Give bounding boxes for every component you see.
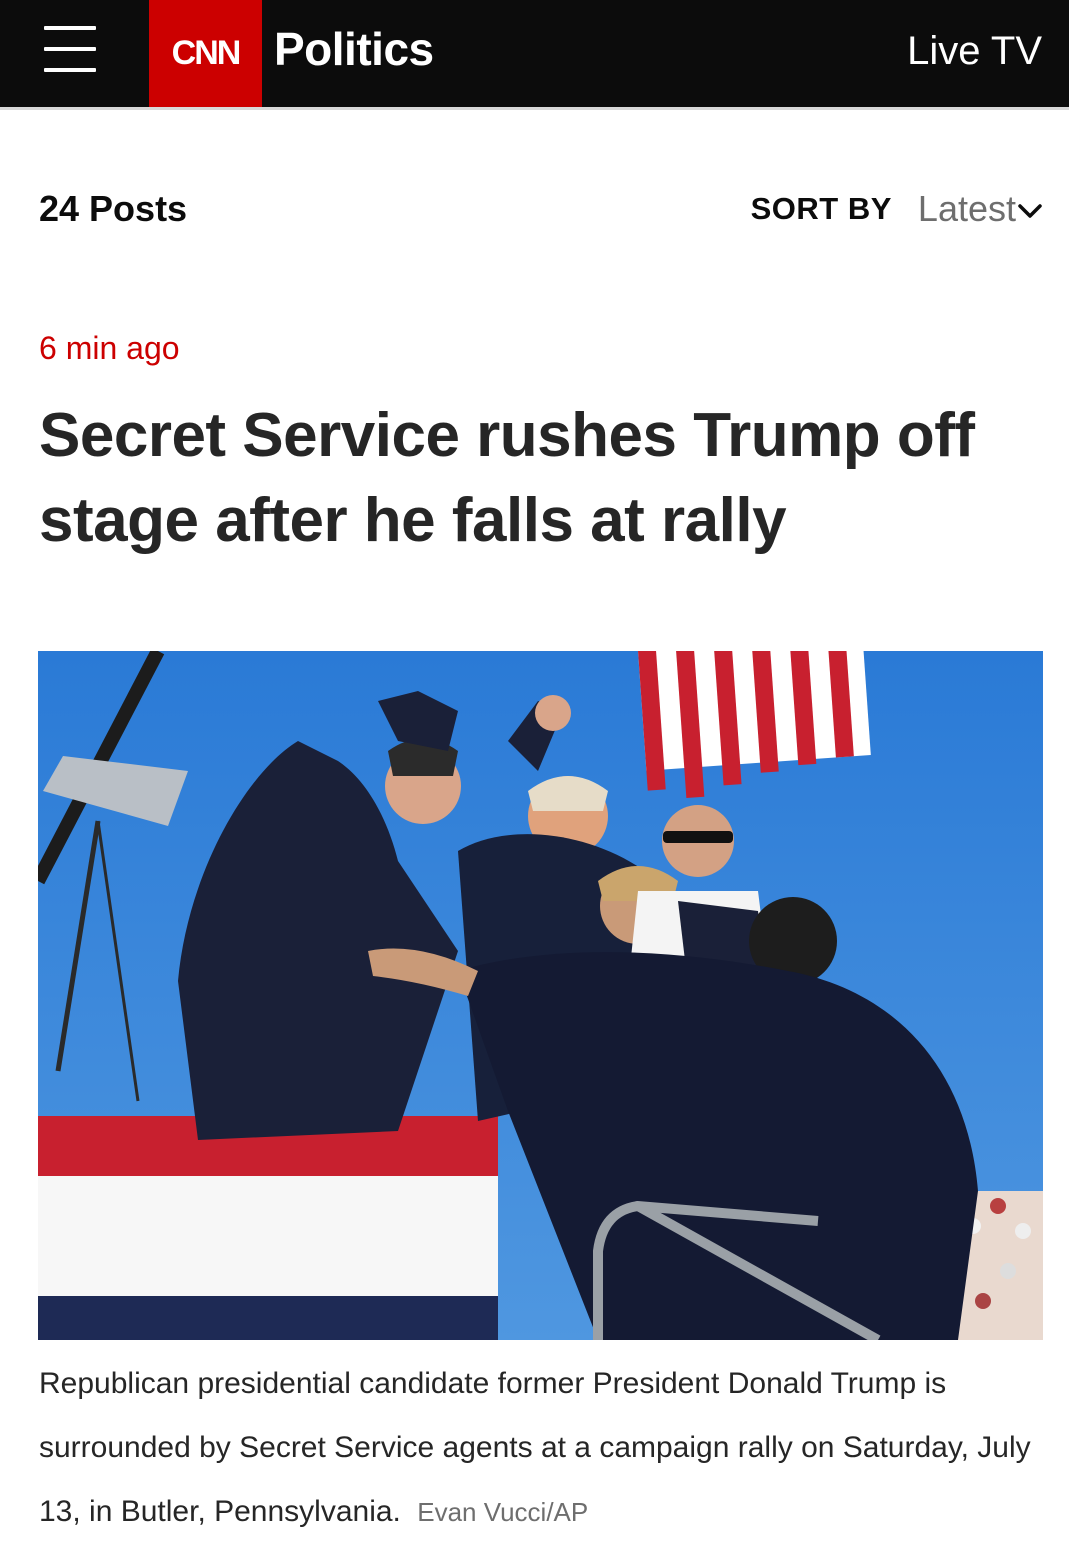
- logo-text: CNN: [171, 34, 242, 72]
- top-navigation-bar: CNN Politics Live TV: [0, 0, 1069, 107]
- sort-control[interactable]: SORT BY Latest: [751, 188, 1042, 230]
- header-divider: [0, 107, 1069, 110]
- post-timestamp: 6 min ago: [39, 330, 180, 366]
- rally-photo-illustration: [38, 651, 1043, 1340]
- news-photo[interactable]: [38, 651, 1043, 1340]
- photo-caption: Republican presidential candidate former…: [39, 1352, 1044, 1544]
- post-headline[interactable]: Secret Service rushes Trump off stage af…: [39, 393, 1039, 563]
- cnn-logo[interactable]: CNN: [149, 0, 262, 107]
- live-tv-link[interactable]: Live TV: [907, 29, 1042, 74]
- hamburger-menu-icon[interactable]: [44, 26, 96, 72]
- sort-label: SORT BY: [750, 191, 892, 226]
- chevron-down-icon[interactable]: [1018, 203, 1042, 219]
- section-title[interactable]: Politics: [274, 22, 434, 76]
- photo-credit: Evan Vucci/AP: [417, 1497, 589, 1527]
- sort-value[interactable]: Latest: [918, 188, 1016, 230]
- posts-count: 24 Posts: [39, 188, 188, 229]
